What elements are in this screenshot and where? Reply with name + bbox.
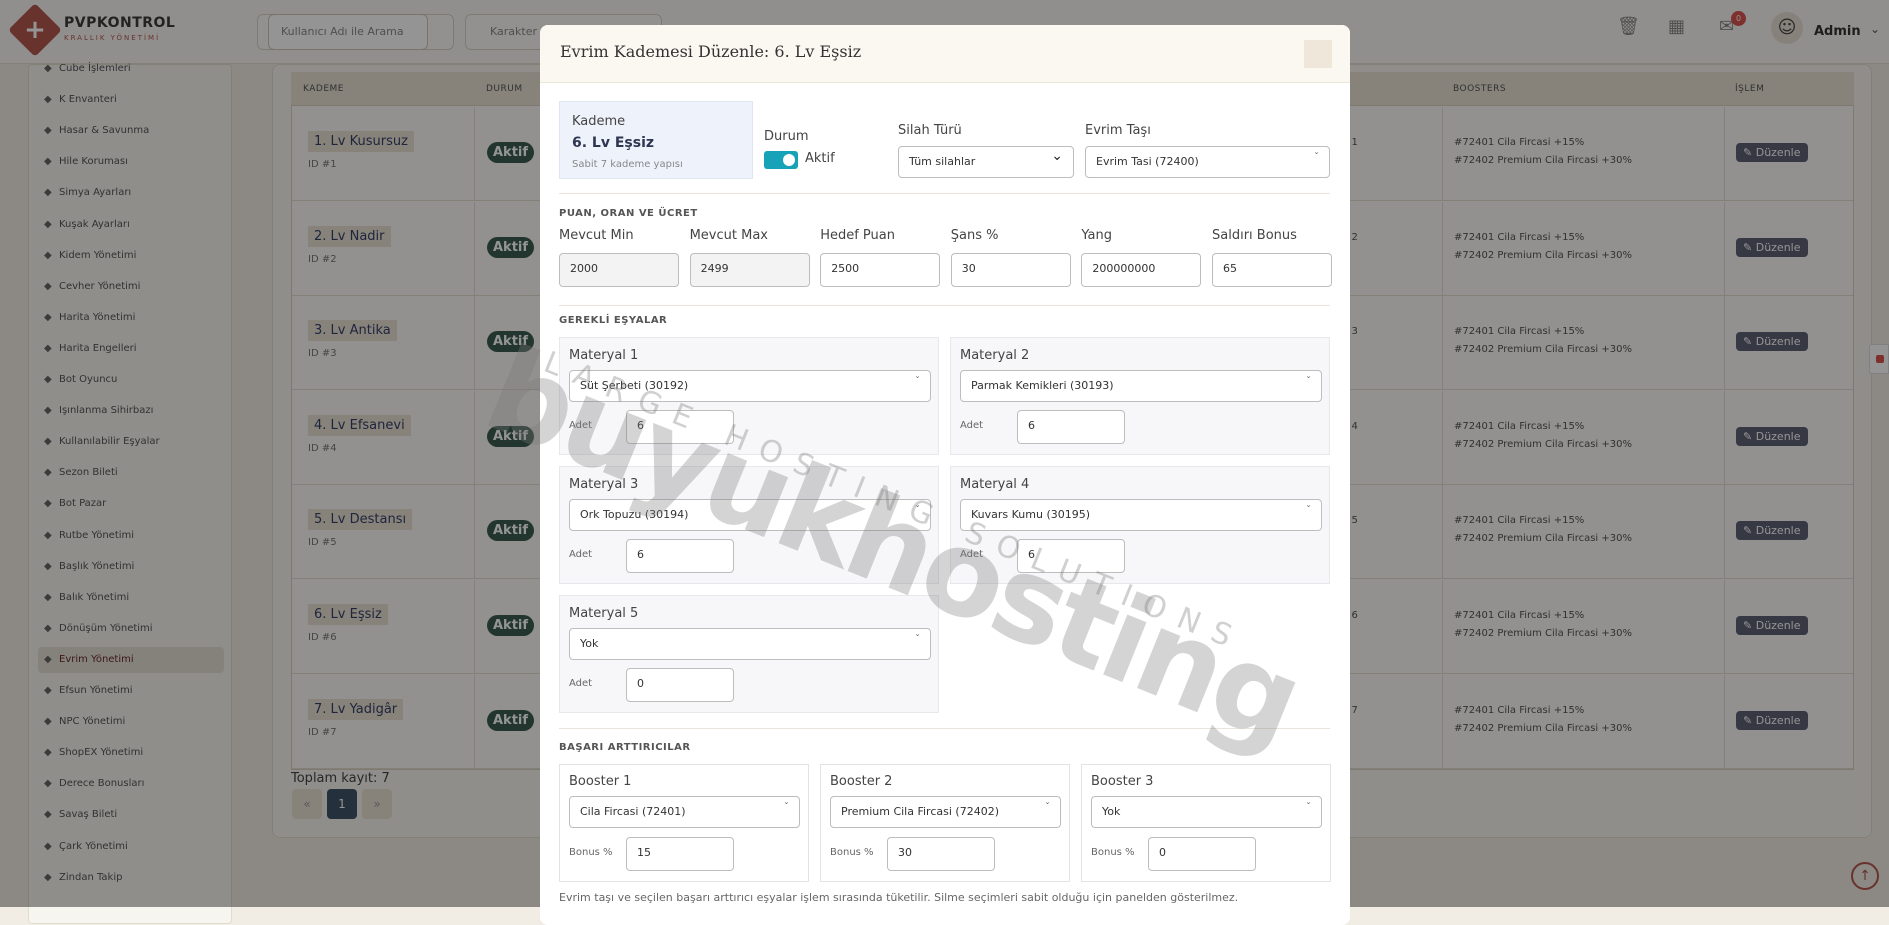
modal-header: Evrim Kademesi Düzenle: 6. Lv Eşsiz — [540, 25, 1350, 83]
booster-select[interactable]: Yok — [1091, 793, 1322, 828]
evrim-tasi-label: Evrim Taşı — [1085, 123, 1151, 138]
section-boosters-title: BAŞARI ARTTIRICILAR — [559, 742, 691, 753]
divider — [559, 305, 1330, 306]
material-select[interactable]: Parmak Kemikleri (30193) — [960, 367, 1322, 402]
booster-bonus-input[interactable]: 30 — [887, 837, 995, 871]
points-label: Saldırı Bonus — [1212, 228, 1297, 243]
booster-label: Booster 2 — [830, 774, 893, 789]
points-label: Mevcut Min — [559, 228, 634, 243]
kademe-sub: Sabit 7 kademe yapısı — [572, 159, 683, 170]
material-label: Materyal 5 — [569, 606, 639, 621]
material-adet-input[interactable]: 6 — [1017, 410, 1125, 444]
adet-label: Adet — [960, 420, 984, 431]
booster-bonus-input[interactable]: 0 — [1148, 837, 1256, 871]
section-points-title: PUAN, ORAN VE ÜCRET — [559, 208, 698, 219]
bonus-label: Bonus % — [830, 847, 874, 858]
booster-select[interactable]: Premium Cila Fircasi (72402) — [830, 793, 1061, 828]
points-input[interactable]: 2000 — [559, 253, 679, 287]
points-input[interactable]: 2500 — [820, 253, 941, 287]
material-label: Materyal 4 — [960, 477, 1030, 492]
material-select[interactable]: Yok — [569, 625, 931, 660]
material-label: Materyal 2 — [960, 348, 1030, 363]
modal-title: Evrim Kademesi Düzenle: 6. Lv Eşsiz — [560, 42, 862, 61]
modal-footnote: Evrim taşı ve seçilen başarı arttırıcı e… — [559, 891, 1239, 904]
points-input[interactable]: 200000000 — [1081, 253, 1202, 287]
booster-select[interactable]: Cila Fircasi (72401) — [569, 793, 800, 828]
points-label: Mevcut Max — [689, 228, 768, 243]
booster-card: Booster 2 Premium Cila Fircasi (72402) Bon… — [820, 764, 1070, 882]
durum-toggle[interactable] — [764, 151, 798, 169]
material-card: Materyal 2 Parmak Kemikleri (30193) Adet 6 — [950, 337, 1330, 455]
durum-value: Aktif — [805, 151, 835, 166]
adet-label: Adet — [569, 549, 593, 560]
booster-card: Booster 3 Yok Bonus % 0 — [1081, 764, 1331, 882]
points-label: Hedef Puan — [820, 228, 895, 243]
silah-label: Silah Türü — [898, 123, 962, 138]
kademe-label: Kademe — [572, 114, 626, 129]
evrim-tasi-select[interactable]: Evrim Tasi (72400) — [1085, 143, 1330, 178]
booster-label: Booster 1 — [569, 774, 632, 789]
booster-card: Booster 1 Cila Fircasi (72401) Bonus % 15 — [559, 764, 809, 882]
points-label: Yang — [1081, 228, 1112, 243]
bonus-label: Bonus % — [569, 847, 613, 858]
kademe-info: Kademe 6. Lv Eşsiz Sabit 7 kademe yapısı — [559, 101, 753, 179]
close-button[interactable] — [1304, 40, 1332, 68]
points-label: Şans % — [950, 228, 999, 243]
material-adet-input[interactable]: 0 — [626, 668, 734, 702]
section-items-title: GEREKLİ EŞYALAR — [559, 315, 668, 326]
points-input[interactable]: 65 — [1212, 253, 1332, 287]
adet-label: Adet — [569, 678, 593, 689]
silah-select[interactable]: Tüm silahlar — [898, 141, 1074, 178]
bonus-label: Bonus % — [1091, 847, 1135, 858]
divider — [559, 193, 1330, 194]
kademe-value: 6. Lv Eşsiz — [572, 135, 655, 151]
points-input[interactable]: 2499 — [689, 253, 810, 287]
points-input[interactable]: 30 — [950, 253, 1071, 287]
booster-label: Booster 3 — [1091, 774, 1154, 789]
durum-label: Durum — [764, 129, 809, 144]
booster-bonus-input[interactable]: 15 — [626, 837, 734, 871]
